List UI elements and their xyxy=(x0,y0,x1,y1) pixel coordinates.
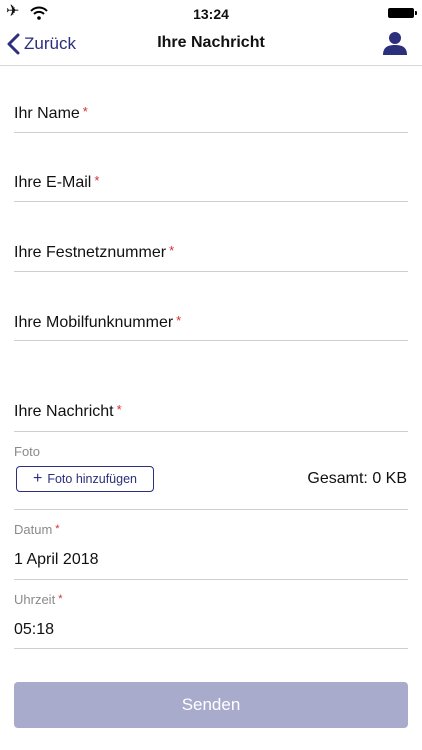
required-marker: * xyxy=(116,402,122,417)
status-time: 13:24 xyxy=(193,6,229,22)
time-label: Uhrzeit xyxy=(14,592,56,607)
email-field[interactable]: Ihre E-Mail * xyxy=(14,133,408,202)
mobile-field[interactable]: Ihre Mobilfunknummer * xyxy=(14,272,408,341)
photo-label: Foto xyxy=(14,444,41,459)
date-label: Datum xyxy=(14,522,53,537)
time-value: 05:18 xyxy=(14,621,55,638)
required-marker: * xyxy=(58,593,63,605)
battery-icon xyxy=(388,8,417,18)
landline-label: Ihre Festnetznummer xyxy=(14,244,167,261)
required-marker: * xyxy=(176,313,182,328)
required-marker: * xyxy=(169,243,175,258)
name-label: Ihr Name xyxy=(14,105,80,122)
email-label: Ihre E-Mail xyxy=(14,174,92,191)
time-label-wrap: Uhrzeit * xyxy=(14,592,62,607)
name-field[interactable]: Ihr Name * xyxy=(14,66,408,133)
total-size: Gesamt: 0 KB xyxy=(307,470,407,487)
message-field[interactable]: Ihre Nachricht * xyxy=(14,341,408,432)
nav-bar: Zurück Ihre Nachricht xyxy=(0,26,422,66)
date-label-wrap: Datum * xyxy=(14,522,60,537)
message-label: Ihre Nachricht xyxy=(14,403,114,420)
required-marker: * xyxy=(82,104,88,119)
message-label-wrap: Ihre Nachricht * xyxy=(14,402,122,421)
add-photo-button[interactable]: + Foto hinzufügen xyxy=(16,466,154,492)
landline-label-wrap: Ihre Festnetznummer * xyxy=(14,243,174,262)
date-field[interactable]: Datum * 1 April 2018 xyxy=(14,510,408,580)
mobile-label-wrap: Ihre Mobilfunknummer * xyxy=(14,313,181,332)
page-title: Ihre Nachricht xyxy=(157,34,265,51)
required-marker: * xyxy=(94,173,100,188)
time-field[interactable]: Uhrzeit * 05:18 xyxy=(14,580,408,649)
required-marker: * xyxy=(55,523,60,535)
name-label-wrap: Ihr Name * xyxy=(14,104,88,123)
status-bar: ✈ 13:24 xyxy=(0,0,422,26)
send-button[interactable]: Senden xyxy=(14,682,408,728)
date-value: 1 April 2018 xyxy=(14,551,99,568)
landline-field[interactable]: Ihre Festnetznummer * xyxy=(14,202,408,272)
plus-icon: + xyxy=(33,470,43,487)
email-label-wrap: Ihre E-Mail * xyxy=(14,173,99,192)
person-icon[interactable] xyxy=(382,30,408,56)
add-photo-label: Foto hinzufügen xyxy=(47,472,137,486)
mobile-label: Ihre Mobilfunknummer xyxy=(14,314,174,331)
